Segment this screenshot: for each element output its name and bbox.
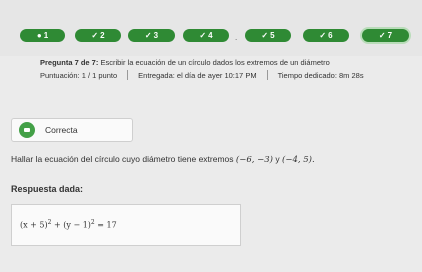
statement-text: Hallar la ecuación del círculo cuyo diám… — [11, 154, 234, 164]
delivered-text: Entregada: el día de ayer 10:17 PM — [138, 70, 257, 80]
answer-equation: (x + 5)2 + (y − 1)2 = 17 — [20, 219, 117, 230]
question-nav-item-7[interactable]: ✓ 7 — [362, 29, 409, 42]
question-number: 1 — [43, 31, 49, 40]
check-icon: ✓ — [199, 31, 207, 40]
question-number: 6 — [328, 31, 333, 40]
question-number: 7 — [387, 31, 393, 40]
eq-term-2: + (y − 1) — [51, 220, 91, 230]
problem-statement: Hallar la ecuación del círculo cuyo diám… — [11, 154, 416, 165]
check-icon: ● — [36, 31, 42, 40]
question-nav-item-2[interactable]: ✓ 2 — [75, 29, 121, 42]
question-number: 3 — [153, 31, 159, 40]
answer-box: (x + 5)2 + (y − 1)2 = 17 — [11, 204, 241, 246]
correct-icon — [19, 122, 35, 138]
question-navigation: ● 1 ✓ 2 ✓ 3 ✓ 4 . ✓ 5 ✓ 6 ✓ 7 — [0, 0, 422, 56]
result-label: Correcta — [45, 125, 78, 135]
meta-divider — [127, 70, 129, 80]
question-nav-item-5[interactable]: ✓ 5 — [245, 29, 291, 42]
check-icon: ✓ — [144, 31, 152, 40]
check-icon: ✓ — [261, 31, 269, 40]
answer-label: Respuesta dada: — [11, 184, 84, 194]
question-nav-item-3[interactable]: ✓ 3 — [128, 29, 175, 42]
question-nav-item-1[interactable]: ● 1 — [20, 29, 65, 42]
eq-term-3: = 17 — [94, 220, 117, 230]
question-title: Pregunta 7 de 7: Escribir la ecuación de… — [40, 58, 410, 68]
question-nav-item-6[interactable]: ✓ 6 — [303, 29, 349, 42]
time-spent-text: Tiempo dedicado: 8m 28s — [277, 70, 364, 80]
point-b: (−4, 5). — [282, 155, 315, 165]
statement-conj: y — [275, 154, 280, 164]
question-meta: Puntuación: 1 / 1 punto Entregada: el dí… — [40, 70, 410, 80]
score-text: Puntuación: 1 / 1 punto — [40, 70, 118, 80]
point-a: (−6, −3) — [235, 155, 274, 165]
question-nav-item-4[interactable]: ✓ 4 — [183, 29, 229, 42]
question-title-text: Escribir la ecuación de un círculo dados… — [100, 58, 330, 67]
check-icon: ✓ — [319, 31, 327, 40]
check-icon: ✓ — [378, 31, 386, 40]
question-number: 2 — [100, 31, 105, 40]
result-badge: Correcta — [11, 118, 133, 142]
check-icon: ✓ — [91, 31, 99, 40]
eq-term-1: (x + 5) — [20, 220, 48, 230]
question-number: 4 — [208, 31, 213, 40]
question-number: 5 — [270, 31, 275, 40]
separator-dot: . — [235, 33, 238, 42]
question-title-prefix: Pregunta 7 de 7: — [40, 58, 99, 67]
meta-divider — [266, 70, 268, 80]
